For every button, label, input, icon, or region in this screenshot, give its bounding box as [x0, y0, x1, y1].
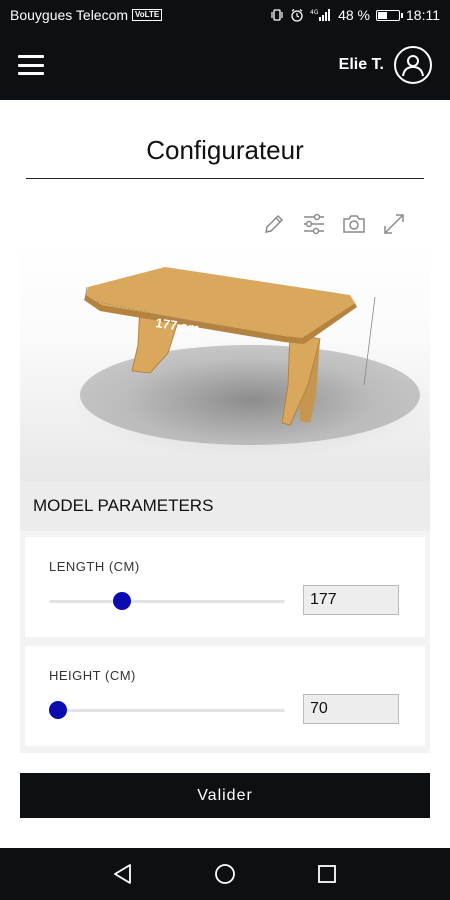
alarm-icon [291, 9, 303, 22]
title-divider [26, 178, 424, 179]
android-nav-bar [0, 848, 450, 900]
expand-icon[interactable] [382, 212, 406, 236]
status-icons: 4G 48 % 18:11 [270, 7, 440, 23]
length-slider-thumb[interactable] [113, 592, 132, 610]
user-name[interactable]: Elie T. [339, 56, 384, 74]
viewer-toolbar [262, 212, 406, 236]
carrier-name: Bouygues Telecom [10, 7, 129, 23]
battery-icon [376, 9, 403, 21]
recents-square-icon[interactable] [315, 862, 339, 886]
page-title: Configurateur [146, 135, 304, 165]
hamburger-menu-icon[interactable] [18, 55, 44, 75]
camera-icon[interactable] [342, 212, 366, 236]
sliders-icon[interactable] [302, 212, 326, 236]
valider-button[interactable]: Valider [20, 773, 430, 818]
height-input[interactable] [303, 694, 399, 724]
volte-badge: VoLTE [132, 9, 163, 21]
svg-text:4G: 4G [310, 9, 319, 16]
model-parameters-header: MODEL PARAMETERS [20, 481, 430, 531]
model-parameters-panel: LENGTH (CM) HEIGHT (CM) [20, 531, 430, 753]
height-slider[interactable] [49, 701, 285, 719]
home-circle-icon[interactable] [213, 862, 237, 886]
length-parameter: LENGTH (CM) [25, 537, 425, 637]
3d-model-viewer[interactable]: 177 cm [20, 245, 430, 481]
length-input[interactable] [303, 585, 399, 615]
length-slider[interactable] [49, 592, 285, 610]
pencil-icon[interactable] [262, 212, 286, 236]
battery-percent: 48 % [338, 7, 370, 23]
height-slider-thumb[interactable] [49, 701, 68, 719]
height-label: HEIGHT (CM) [49, 668, 136, 683]
user-profile[interactable]: Elie T. [339, 46, 432, 84]
table-model: 177 cm [80, 267, 420, 445]
app-bar: Elie T. [0, 30, 450, 100]
length-label: LENGTH (CM) [49, 559, 140, 574]
status-bar: Bouygues Telecom VoLTE 4G 48 % 18:11 [0, 0, 450, 30]
height-parameter: HEIGHT (CM) [25, 646, 425, 746]
back-triangle-icon[interactable] [111, 862, 135, 886]
carrier: Bouygues Telecom VoLTE [10, 7, 163, 23]
clock: 18:11 [406, 7, 440, 23]
user-avatar-icon[interactable] [394, 46, 432, 84]
4g-signal-icon: 4G [310, 9, 331, 21]
vibrate-icon [271, 9, 283, 21]
